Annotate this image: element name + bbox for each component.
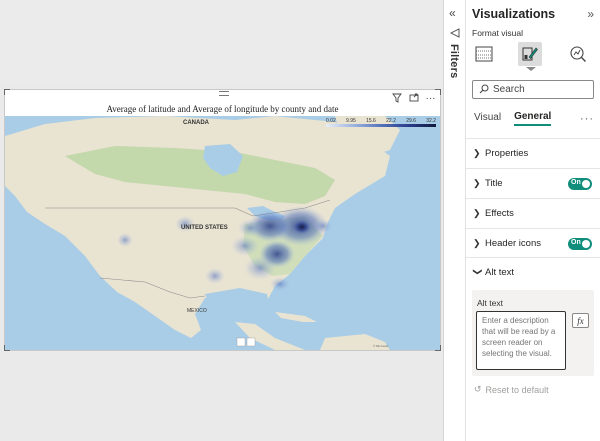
section-title[interactable]: ❯ Title On <box>466 168 600 198</box>
analytics-icon[interactable] <box>566 42 590 66</box>
report-canvas: ··· Average of latitude and Average of l… <box>0 0 443 441</box>
conditional-formatting-button[interactable]: fx <box>572 313 589 328</box>
map-label-mexico: MEXICO <box>187 308 207 314</box>
format-visual-icon[interactable] <box>518 42 542 66</box>
filters-label[interactable]: Filters <box>448 44 460 78</box>
drag-grip-icon[interactable] <box>219 91 229 96</box>
visual-title: Average of latitude and Average of longi… <box>106 104 339 114</box>
resize-handle-tl[interactable] <box>4 89 10 95</box>
toggle-label: On <box>571 239 581 246</box>
visual-header-icons: ··· <box>391 92 436 104</box>
viz-pane-header: Visualizations » <box>472 7 594 21</box>
section-label: Alt text <box>485 267 515 278</box>
filters-pane-collapsed[interactable]: « Filters <box>443 0 466 441</box>
chevron-right-icon: ❯ <box>473 178 481 188</box>
heatmap-legend: 0.02 9.95 15.6 22.2 29.6 32.2 <box>326 118 436 127</box>
legend-gradient-bar <box>326 124 436 127</box>
filters-funnel-icon <box>449 28 460 41</box>
active-mode-caret <box>526 67 536 71</box>
map-label-united-states: UNITED STATES <box>181 225 228 231</box>
chevron-right-icon: ❯ <box>473 148 481 158</box>
search-field[interactable] <box>472 80 594 99</box>
format-visual-label: Format visual <box>472 28 524 38</box>
collapse-pane-icon[interactable]: « <box>449 6 456 20</box>
section-label: Effects <box>485 208 514 219</box>
expand-pane-icon[interactable]: » <box>587 7 594 21</box>
section-header-icons[interactable]: ❯ Header icons On <box>466 228 600 258</box>
tab-general[interactable]: General <box>514 111 552 126</box>
title-toggle[interactable]: On <box>568 178 592 190</box>
toggle-knob <box>582 180 590 188</box>
alt-text-card: Alt text fx <box>472 290 594 376</box>
chevron-down-icon: ❯ <box>473 268 483 276</box>
tab-visual[interactable]: Visual <box>474 112 501 125</box>
chevron-right-icon: ❯ <box>473 238 481 248</box>
canvas-top-band <box>0 0 443 83</box>
section-effects[interactable]: ❯ Effects <box>466 198 600 228</box>
section-label: Header icons <box>485 238 541 249</box>
toggle-label: On <box>571 179 581 186</box>
map-canvas[interactable]: CANADA UNITED STATES MEXICO © Microsoft <box>5 116 440 350</box>
reset-to-default-button[interactable]: ↺ Reset to default <box>474 384 549 395</box>
reset-label: Reset to default <box>485 384 549 395</box>
build-visual-icon[interactable] <box>472 42 496 66</box>
search-icon <box>479 81 489 99</box>
section-label: Title <box>485 178 503 189</box>
header-icons-toggle[interactable]: On <box>568 238 592 250</box>
viz-pane-mode-icons <box>466 40 600 71</box>
more-options-icon[interactable]: ··· <box>580 113 594 125</box>
toggle-knob <box>582 240 590 248</box>
section-label: Properties <box>485 148 529 159</box>
focus-mode-icon[interactable] <box>408 93 419 104</box>
map-attribution: © Microsoft <box>373 344 388 348</box>
section-properties[interactable]: ❯ Properties <box>466 138 600 168</box>
map-visual[interactable]: ··· Average of latitude and Average of l… <box>4 89 441 351</box>
search-input[interactable] <box>493 84 583 95</box>
map-label-canada: CANADA <box>183 120 210 126</box>
more-options-icon[interactable]: ··· <box>425 93 436 104</box>
format-tabs: Visual General ··· <box>474 111 594 126</box>
alt-text-field-label: Alt text <box>477 298 503 308</box>
alt-text-input[interactable] <box>476 311 566 370</box>
filter-icon[interactable] <box>391 93 402 104</box>
reset-icon: ↺ <box>474 384 482 394</box>
chevron-right-icon: ❯ <box>473 208 481 218</box>
visualizations-pane: Visualizations » Format visual Search Vi… <box>466 0 600 441</box>
viz-pane-title: Visualizations <box>472 7 556 21</box>
section-alt-text[interactable]: ❯ Alt text <box>466 257 600 287</box>
